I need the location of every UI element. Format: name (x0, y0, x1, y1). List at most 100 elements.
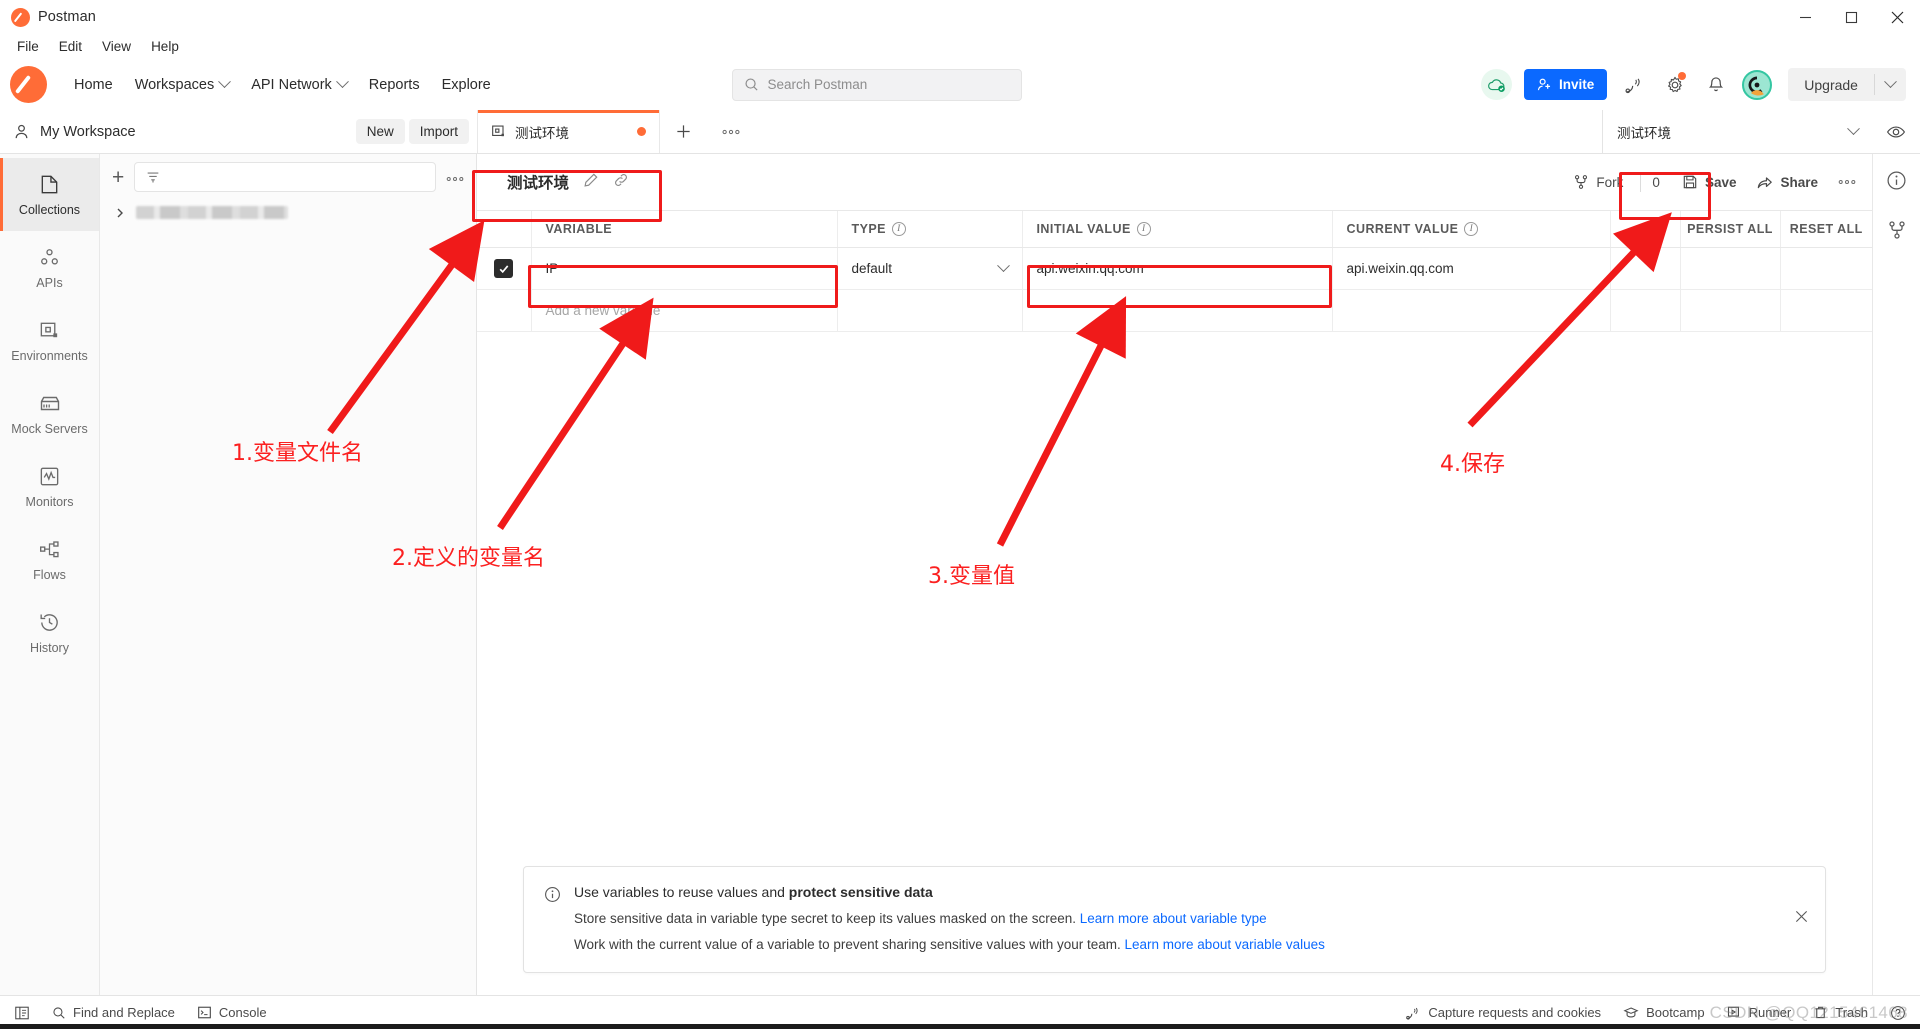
side-panel-more-icon[interactable] (446, 170, 464, 185)
environment-quick-look-icon[interactable] (1872, 110, 1920, 153)
share-button[interactable]: Share (1746, 168, 1828, 197)
close-icon[interactable] (1874, 0, 1920, 34)
th-type: TYPE i (837, 211, 1023, 248)
mock-servers-icon (40, 396, 59, 411)
persist-all-button[interactable]: Persist All (1680, 211, 1781, 248)
variable-type-link[interactable]: Learn more about variable type (1080, 911, 1267, 926)
menu-view[interactable]: View (93, 37, 140, 56)
info-icon[interactable]: i (1464, 222, 1479, 236)
capture-requests-button[interactable]: Capture requests and cookies (1405, 1005, 1601, 1021)
find-and-replace-button[interactable]: Find and Replace (52, 1005, 175, 1020)
menu-help[interactable]: Help (142, 37, 188, 56)
avatar[interactable] (1742, 69, 1773, 100)
sidebar-item-apis[interactable]: APIs (0, 231, 99, 304)
maximize-icon[interactable] (1828, 0, 1874, 34)
environment-more-icon[interactable] (1828, 173, 1866, 191)
cell-variable[interactable]: IP (531, 247, 838, 290)
environment-header-actions: Fork 0 Save Share (1563, 168, 1872, 197)
trash-button[interactable]: Trash (1813, 1005, 1868, 1020)
tab-strip: 测试环境 (477, 110, 1602, 153)
variable-name-value: IP (545, 261, 559, 276)
search-input[interactable]: Search Postman (731, 68, 1022, 101)
banner-line2-text: Work with the current value of a variabl… (574, 937, 1125, 953)
nav-api-network[interactable]: API Network (240, 71, 358, 99)
rename-pencil-icon[interactable] (583, 172, 599, 193)
sidebar-item-flows[interactable]: Flows (0, 523, 99, 596)
fork-rail-icon[interactable] (1887, 220, 1907, 245)
new-tab-button[interactable] (660, 110, 706, 153)
info-banner-title: Use variables to reuse values and protec… (574, 884, 1325, 900)
postman-nav-logo-icon[interactable] (10, 66, 47, 103)
sidebar-item-collections[interactable]: Collections (0, 158, 99, 231)
list-item[interactable] (100, 200, 476, 225)
cell-new-variable[interactable]: Add a new variable (531, 289, 838, 332)
top-navigation-bar: Home Workspaces API Network Reports Expl… (0, 59, 1920, 110)
workspace-name[interactable]: My Workspace (40, 124, 136, 140)
row-checkbox-cell[interactable] (477, 247, 532, 290)
app-brand: Postman (0, 7, 96, 27)
environment-selector[interactable]: 测试环境 (1602, 110, 1872, 153)
copy-link-icon[interactable] (613, 172, 629, 193)
th-select-all[interactable] (477, 211, 532, 248)
upgrade-button[interactable]: Upgrade (1788, 68, 1874, 101)
nav-reports-label: Reports (368, 76, 420, 93)
sidebar-toggle-button[interactable] (14, 1005, 30, 1021)
gear-icon[interactable] (1660, 70, 1689, 99)
import-button[interactable]: Import (408, 119, 469, 144)
cell-type[interactable]: default (837, 247, 1023, 290)
cell-new-initial[interactable] (1022, 289, 1333, 332)
table-more-icon[interactable]: ••• (1610, 211, 1681, 248)
cell-row-actions-3 (1780, 247, 1872, 290)
trash-icon (1815, 1006, 1826, 1019)
chevron-right-icon[interactable] (114, 207, 126, 219)
console-button[interactable]: Console (197, 1005, 267, 1020)
cell-new-type[interactable] (837, 289, 1023, 332)
satellite-icon[interactable] (1619, 70, 1648, 99)
close-icon[interactable] (1794, 909, 1809, 929)
cloud-sync-icon[interactable] (1481, 69, 1512, 100)
tab-unsaved-dot (637, 127, 646, 136)
fork-button[interactable]: Fork (1563, 168, 1633, 196)
variable-values-link[interactable]: Learn more about variable values (1125, 937, 1325, 952)
share-label: Share (1780, 174, 1818, 190)
postman-app-window: Postman File Edit View Help Home Workspa… (0, 0, 1920, 1029)
reset-all-button[interactable]: Reset All (1780, 211, 1872, 248)
minimize-icon[interactable] (1782, 0, 1828, 34)
save-button[interactable]: Save (1672, 168, 1747, 196)
nav-explore[interactable]: Explore (431, 71, 502, 99)
cell-current-value[interactable]: api.weixin.qq.com (1332, 247, 1611, 290)
menu-file[interactable]: File (8, 37, 48, 56)
chevron-down-icon (218, 75, 232, 89)
add-new-icon[interactable]: + (112, 167, 124, 188)
sidebar-item-environments[interactable]: Environments (0, 304, 99, 377)
sidebar-item-mock-servers[interactable]: Mock Servers (0, 377, 99, 450)
invite-button[interactable]: Invite (1524, 69, 1608, 100)
upgrade-control: Upgrade (1788, 68, 1906, 101)
row-checkbox[interactable] (494, 259, 514, 278)
runner-button[interactable]: Runner (1727, 1005, 1791, 1020)
collections-icon (41, 175, 58, 193)
new-button[interactable]: New (355, 119, 405, 144)
documentation-info-icon[interactable] (1886, 170, 1907, 196)
bell-icon[interactable] (1701, 70, 1730, 99)
info-icon[interactable]: i (891, 222, 906, 236)
tab-environment[interactable]: 测试环境 (477, 110, 660, 153)
right-rail (1872, 154, 1920, 995)
help-button[interactable] (1890, 1005, 1906, 1021)
cell-initial-value[interactable]: api.weixin.qq.com (1022, 247, 1333, 290)
filter-input[interactable] (134, 162, 436, 192)
save-label: Save (1704, 174, 1737, 190)
nav-home[interactable]: Home (63, 71, 124, 99)
nav-workspaces[interactable]: Workspaces (124, 71, 241, 99)
menu-edit[interactable]: Edit (50, 37, 91, 56)
info-icon[interactable]: i (1136, 222, 1151, 236)
cell-new-current[interactable] (1332, 289, 1611, 332)
sidebar-item-history[interactable]: History (0, 596, 99, 669)
cell-row-actions-1 (1610, 247, 1681, 290)
nav-explore-label: Explore (441, 76, 491, 93)
upgrade-chevron-down-icon[interactable] (1875, 68, 1906, 101)
tab-options-icon[interactable] (706, 110, 756, 153)
nav-reports[interactable]: Reports (358, 71, 431, 99)
sidebar-item-monitors[interactable]: Monitors (0, 450, 99, 523)
bootcamp-button[interactable]: Bootcamp (1623, 1005, 1705, 1021)
